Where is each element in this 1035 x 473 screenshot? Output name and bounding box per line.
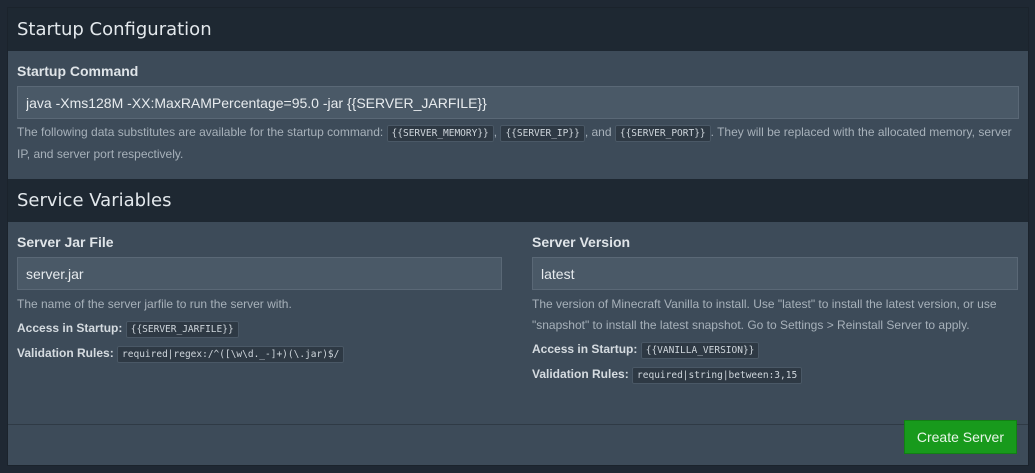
server-jar-rules: Validation Rules: required|regex:/^([\w\… xyxy=(17,343,502,365)
server-config-panel: Startup Configuration Startup Command Th… xyxy=(7,7,1029,466)
server-jar-label: Server Jar File xyxy=(17,234,114,250)
access-label: Access in Startup: xyxy=(17,321,123,335)
server-version-rules-code: required|string|between:3,15 xyxy=(632,367,803,384)
server-jar-description: The name of the server jarfile to run th… xyxy=(17,297,292,311)
variable-server-jar: Server Jar File The name of the server j… xyxy=(17,234,502,406)
server-ip-code: {{SERVER_IP}} xyxy=(500,125,585,142)
server-jar-rules-code: required|regex:/^([\w\d._-]+)(\.jar)$/ xyxy=(117,346,345,363)
server-jar-access: Access in Startup: {{SERVER_JARFILE}} xyxy=(17,318,502,340)
server-version-label: Server Version xyxy=(532,234,631,250)
startup-help-text: The following data substitutes are avail… xyxy=(17,122,1019,165)
rules-label: Validation Rules: xyxy=(17,346,114,360)
service-variables-title: Service Variables xyxy=(8,179,1028,222)
startup-command-input[interactable] xyxy=(17,86,1019,119)
startup-help-sep: , and xyxy=(584,125,615,139)
service-variables-section: Server Jar File The name of the server j… xyxy=(8,222,1028,406)
server-version-description: The version of Minecraft Vanilla to inst… xyxy=(532,297,997,332)
server-memory-code: {{SERVER_MEMORY}} xyxy=(386,125,494,142)
footer-divider xyxy=(8,424,1028,425)
variable-server-version: Server Version The version of Minecraft … xyxy=(532,234,1018,406)
startup-help-prefix: The following data substitutes are avail… xyxy=(17,125,387,139)
access-label: Access in Startup: xyxy=(532,342,638,356)
startup-command-label: Startup Command xyxy=(17,63,139,79)
create-server-button[interactable]: Create Server xyxy=(903,420,1017,454)
server-version-input[interactable] xyxy=(532,257,1018,290)
startup-section: Startup Command The following data subst… xyxy=(8,51,1028,179)
server-jar-input[interactable] xyxy=(17,257,502,290)
vanilla-version-code: {{VANILLA_VERSION}} xyxy=(640,342,760,359)
rules-label: Validation Rules: xyxy=(532,367,629,381)
server-version-access: Access in Startup: {{VANILLA_VERSION}} xyxy=(532,339,1018,361)
panel-footer: Create Server xyxy=(903,420,1017,454)
server-jarfile-code: {{SERVER_JARFILE}} xyxy=(125,321,239,338)
startup-section-title: Startup Configuration xyxy=(8,8,1028,51)
server-version-rules: Validation Rules: required|string|betwee… xyxy=(532,364,1018,386)
server-port-code: {{SERVER_PORT}} xyxy=(614,125,711,142)
